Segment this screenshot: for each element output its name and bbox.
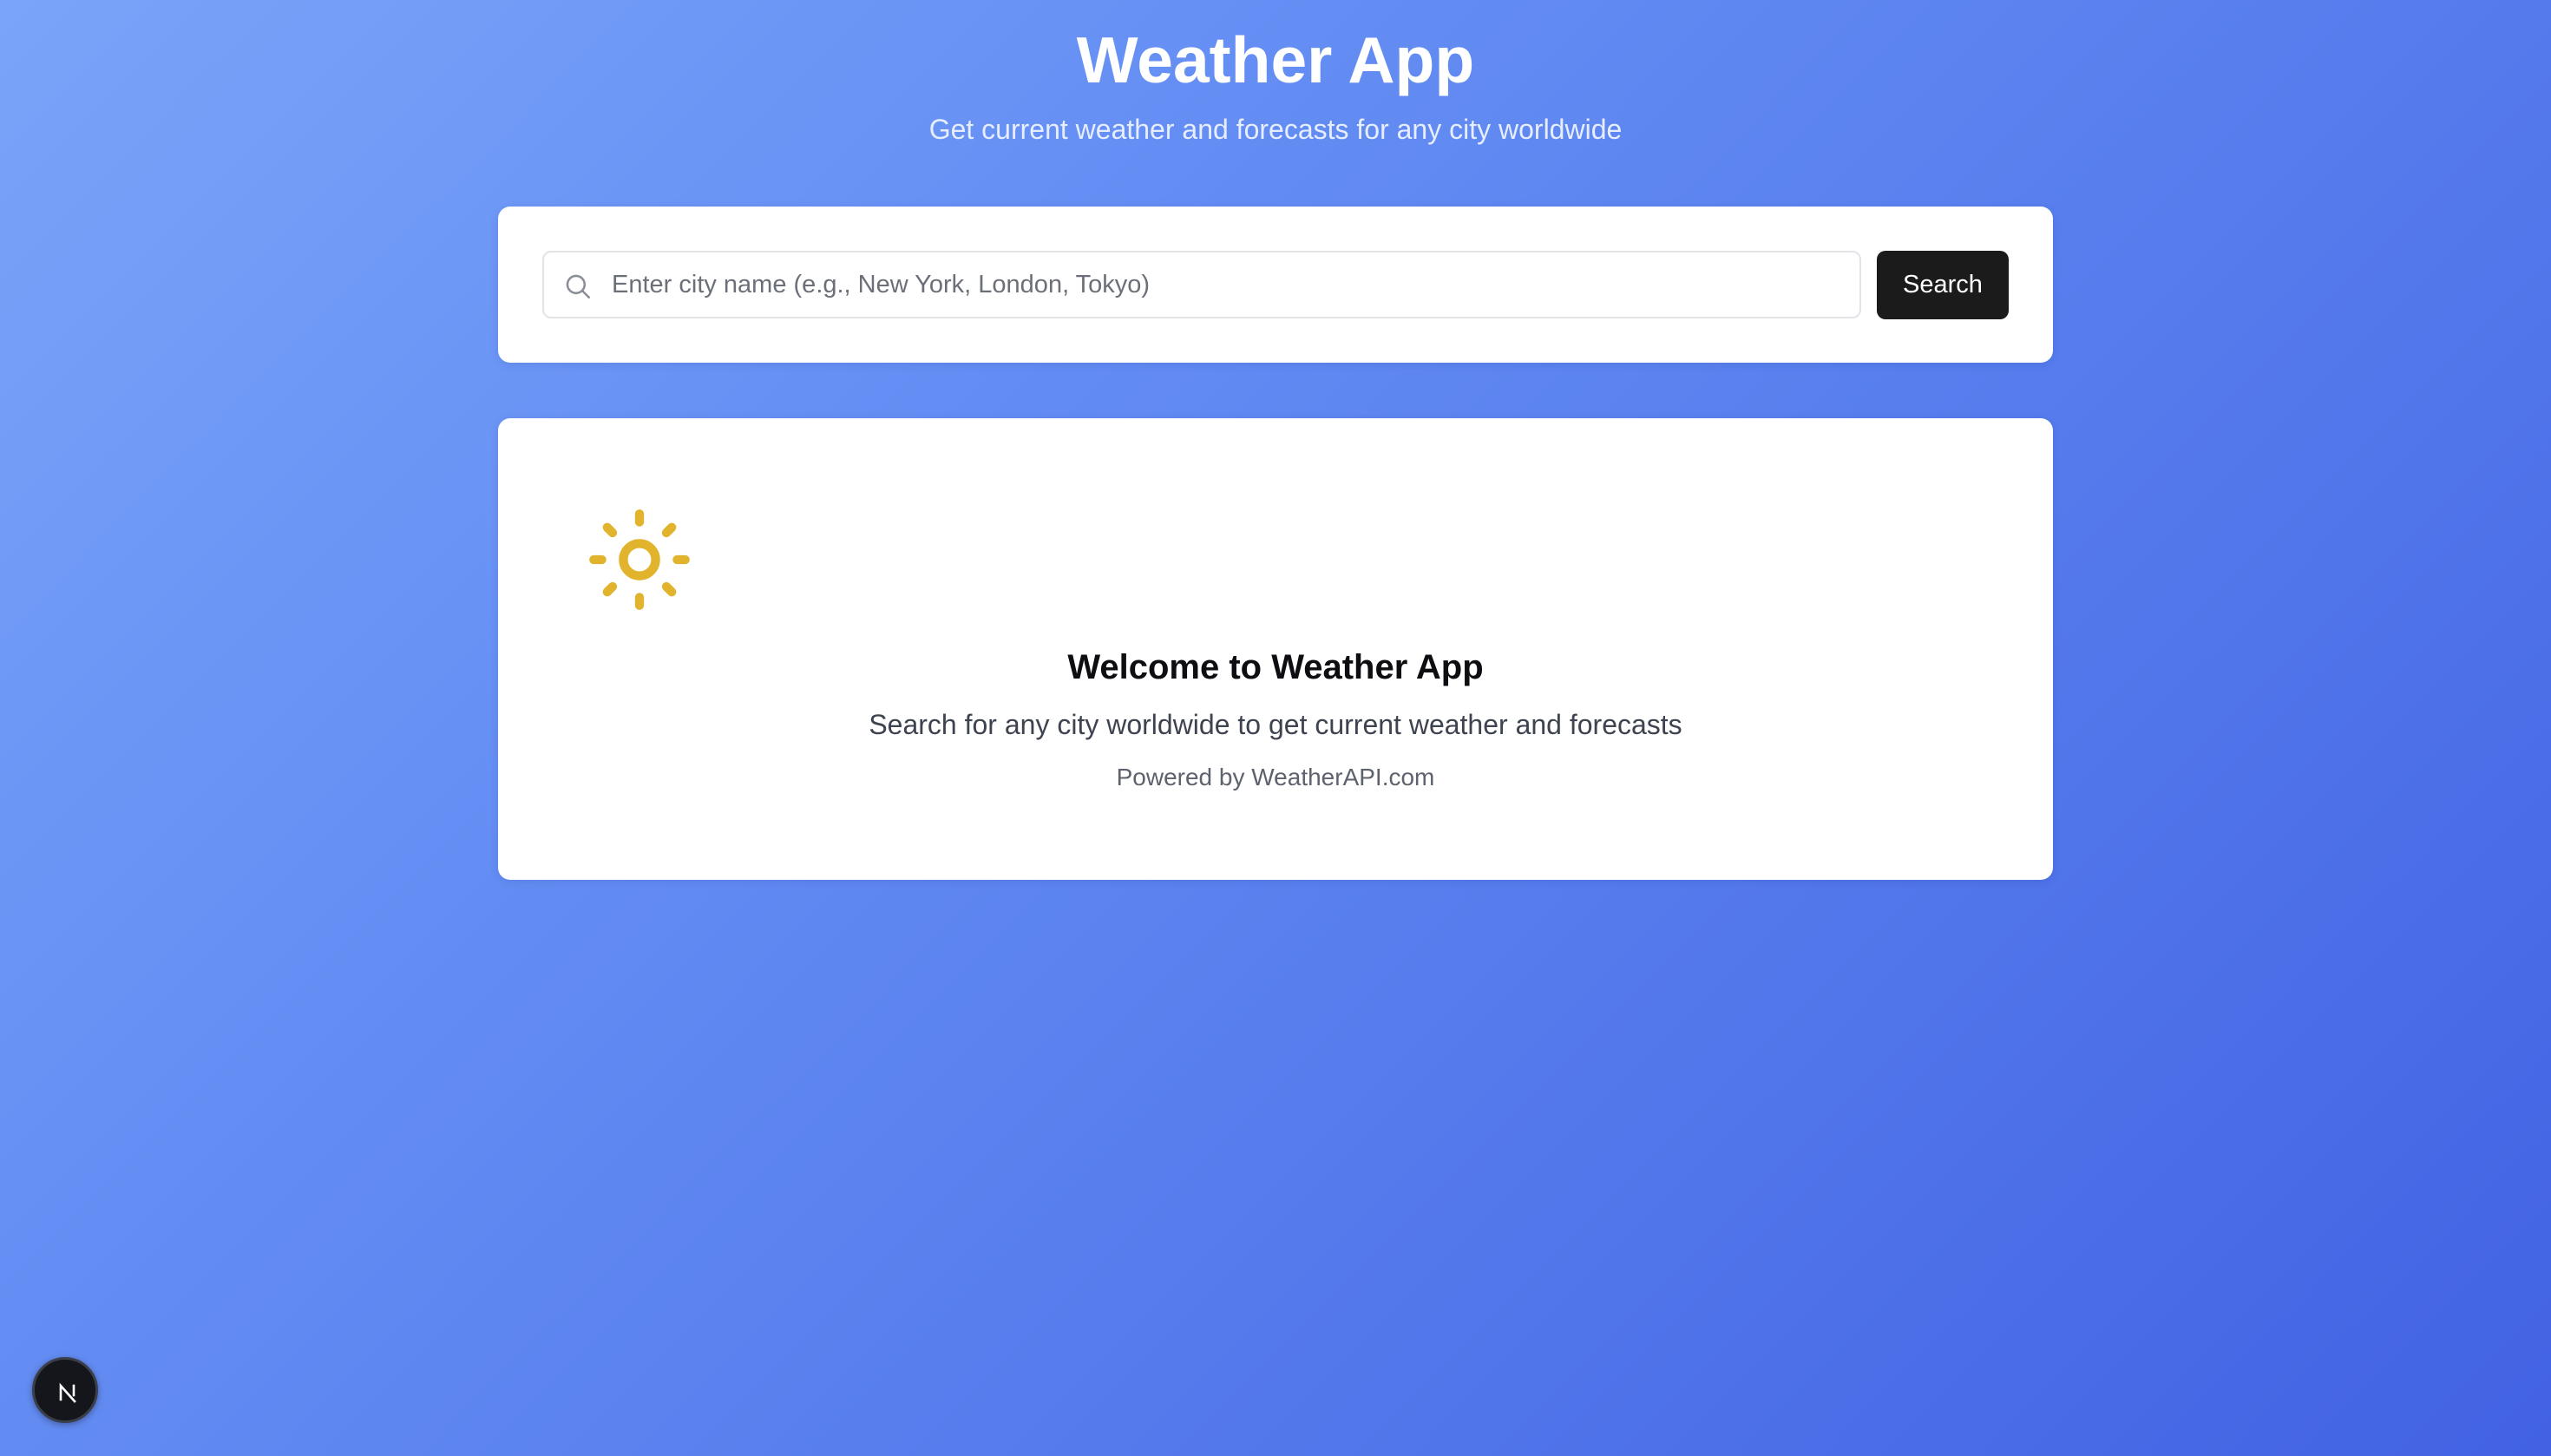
search-icon	[566, 274, 591, 299]
page-title: Weather App	[1076, 23, 1475, 96]
search-card: Search	[498, 207, 2053, 363]
powered-by-text: Powered by WeatherAPI.com	[1116, 764, 1435, 790]
welcome-card: Welcome to Weather App Search for any ci…	[498, 418, 2053, 880]
search-input[interactable]	[612, 253, 1844, 317]
welcome-title: Welcome to Weather App	[1067, 648, 1484, 686]
search-button[interactable]: Search	[1877, 251, 2009, 319]
welcome-description: Search for any city worldwide to get cur…	[869, 709, 1682, 740]
sun-icon	[589, 509, 690, 610]
nextjs-dev-badge[interactable]	[32, 1357, 98, 1423]
nextjs-logo-icon	[59, 1382, 76, 1403]
search-field[interactable]	[542, 251, 1861, 318]
page-subtitle: Get current weather and forecasts for an…	[928, 114, 1623, 145]
